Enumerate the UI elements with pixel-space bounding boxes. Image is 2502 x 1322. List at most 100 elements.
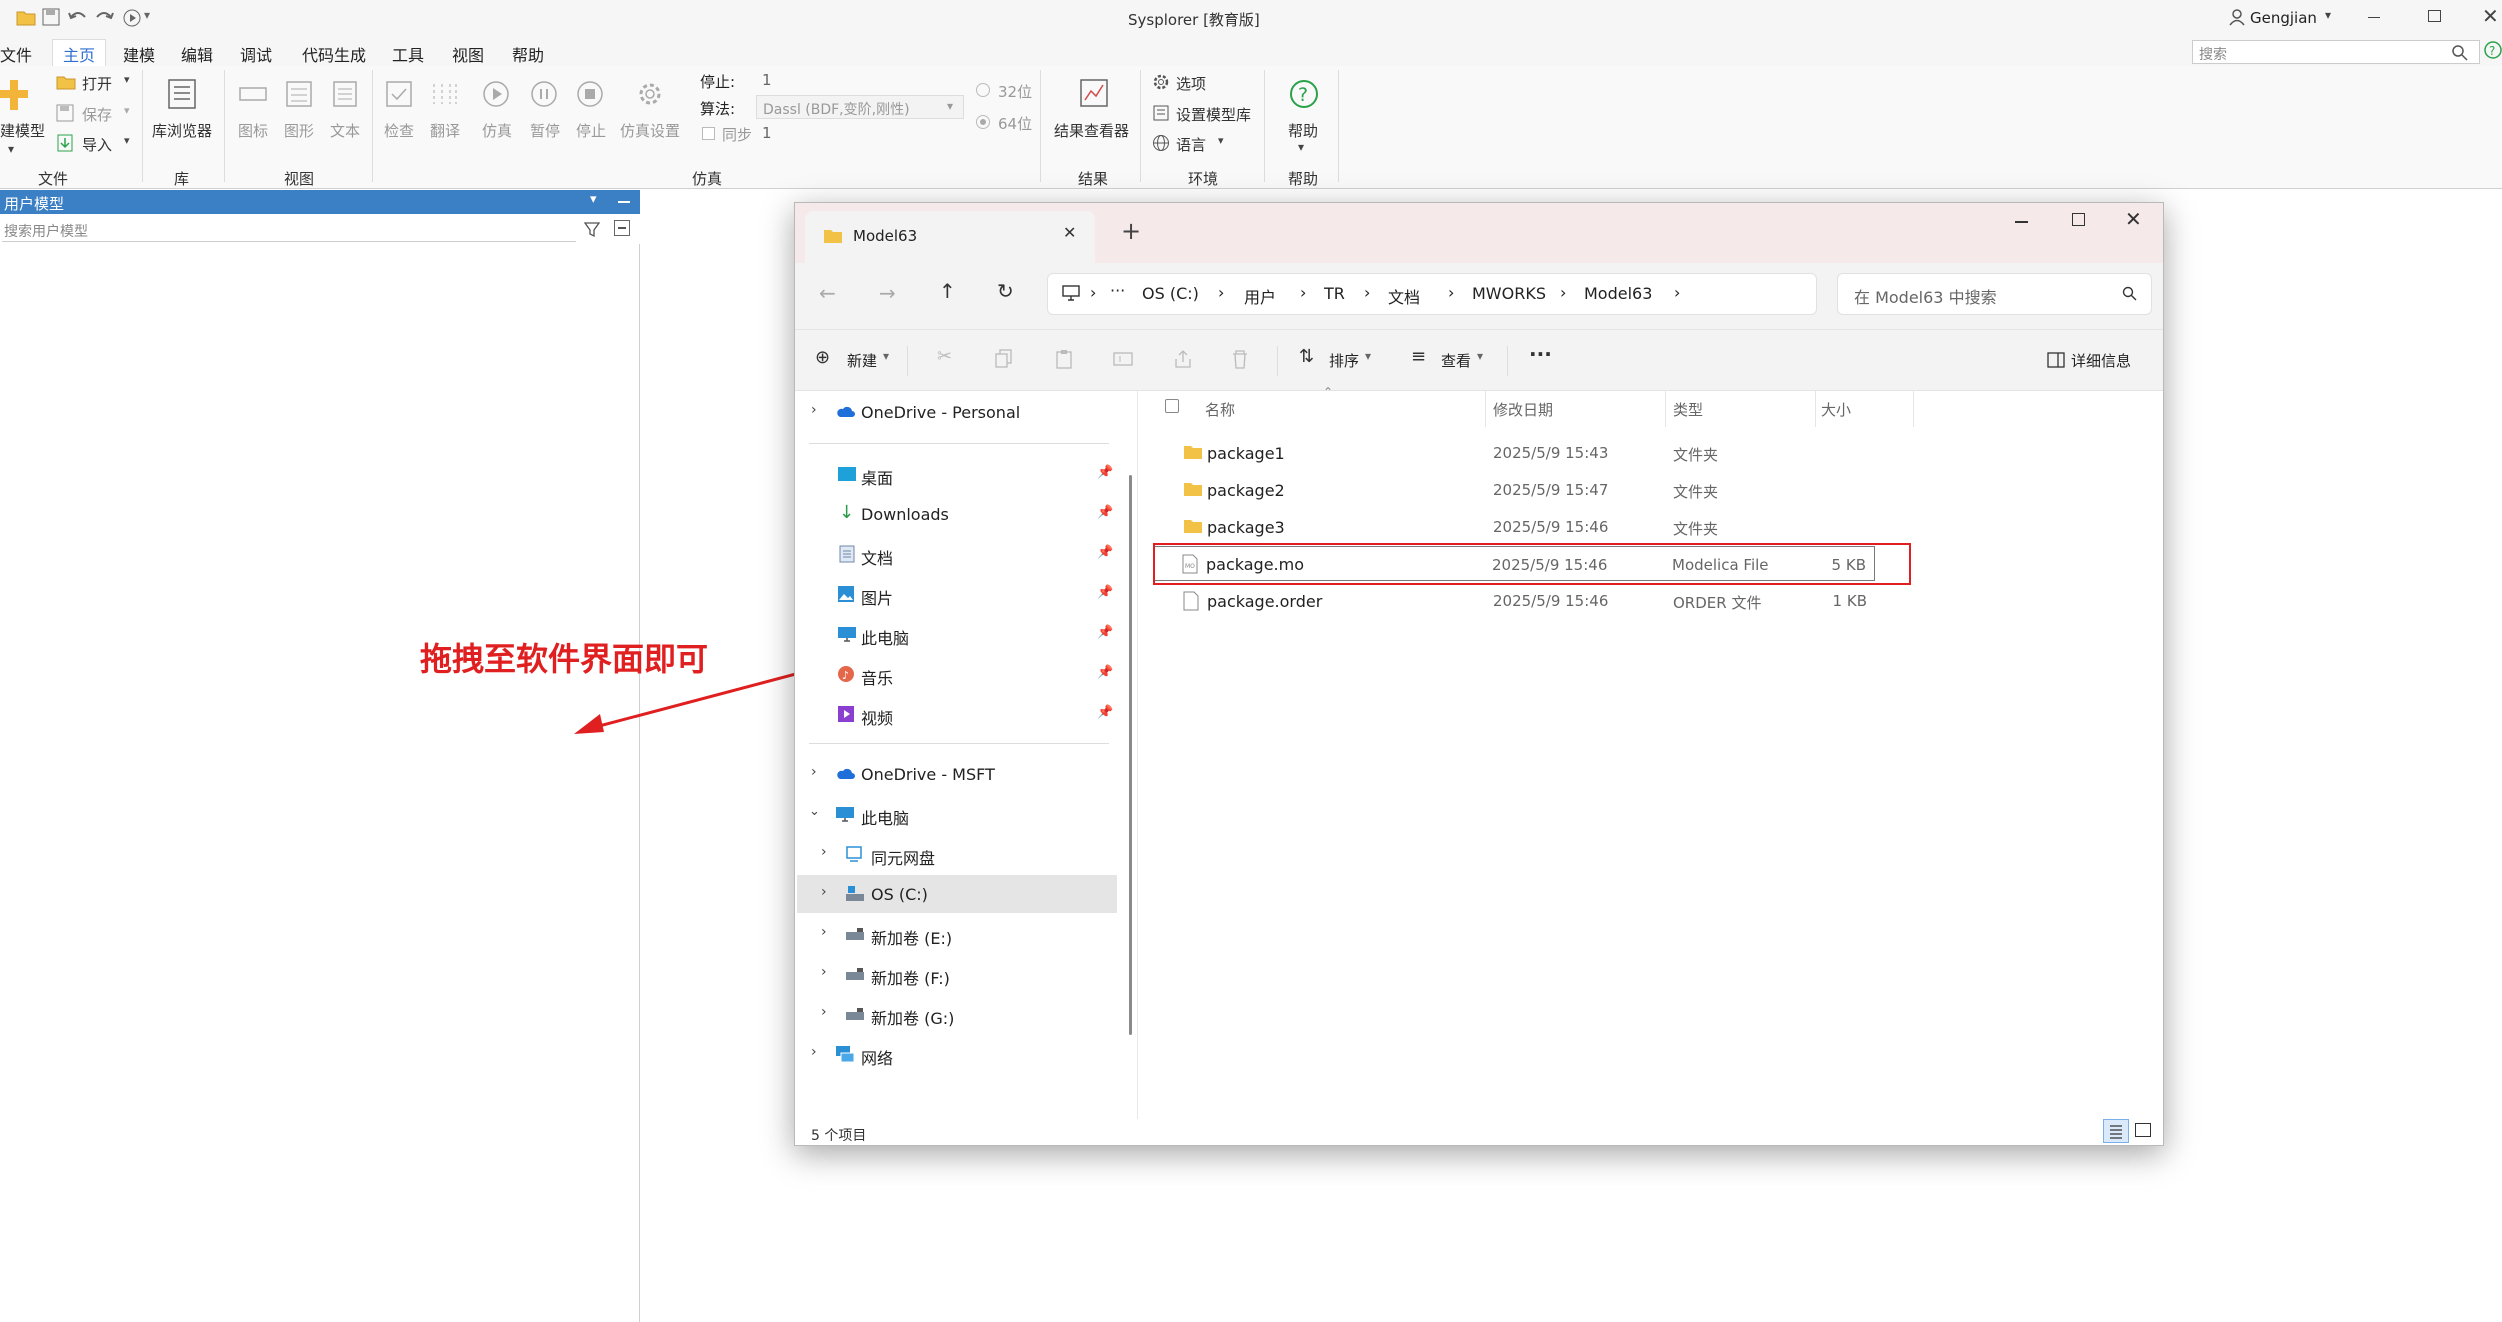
close-icon[interactable]: ✕ — [2482, 4, 2499, 28]
import-dropdown-icon[interactable]: ▾ — [124, 134, 130, 147]
details-pane-icon[interactable] — [2047, 352, 2065, 368]
collapse-all-icon[interactable] — [614, 220, 630, 236]
more-path-icon[interactable]: ··· — [1110, 281, 1125, 300]
menu-file[interactable]: 文件 — [0, 42, 32, 66]
radio-64bit[interactable] — [976, 115, 990, 129]
sim-settings-icon[interactable] — [636, 80, 664, 108]
quick-access-dropdown-icon[interactable]: ▾ — [144, 8, 150, 22]
user-name[interactable]: Gengjian — [2250, 9, 2317, 27]
stop-icon[interactable] — [576, 80, 604, 108]
menu-home[interactable]: 主页 — [52, 39, 107, 68]
file-row-package3[interactable]: package3 2025/5/9 15:46 文件夹 — [1145, 509, 1875, 545]
pin-icon[interactable]: 📌 — [1097, 705, 1113, 720]
redo-icon[interactable] — [94, 9, 114, 25]
menu-modeling[interactable]: 建模 — [123, 42, 155, 66]
model-library-icon[interactable] — [1152, 104, 1170, 122]
new-plus-icon[interactable]: ⊕ — [815, 347, 830, 368]
breadcrumb-documents[interactable]: 文档 — [1388, 284, 1420, 308]
file-row-package1[interactable]: package1 2025/5/9 15:43 文件夹 — [1145, 435, 1875, 471]
panel-menu-dropdown-icon[interactable]: ▾ — [590, 192, 597, 207]
menu-view[interactable]: 视图 — [452, 42, 484, 66]
column-date[interactable]: 修改日期 — [1493, 399, 1553, 420]
new-tab-icon[interactable]: + — [1121, 217, 1141, 245]
menu-help[interactable]: 帮助 — [512, 42, 544, 66]
pin-icon[interactable]: 📌 — [1097, 465, 1113, 480]
user-icon[interactable] — [2228, 8, 2246, 26]
column-divider[interactable] — [1913, 391, 1914, 427]
search-icon[interactable] — [2451, 44, 2469, 62]
user-dropdown-icon[interactable]: ▾ — [2325, 8, 2331, 22]
explorer-minimize-icon[interactable] — [2015, 221, 2028, 223]
sort-icon[interactable]: ⇅ — [1299, 346, 1314, 367]
simulate-button[interactable]: 仿真 — [482, 120, 512, 141]
text-view-icon[interactable] — [330, 80, 360, 108]
nav-item-this-pc-quick[interactable]: 此电脑 📌 — [795, 615, 1125, 653]
chevron-right-icon[interactable]: › — [811, 1044, 817, 1060]
language-button[interactable]: 语言 — [1176, 134, 1206, 155]
save-button[interactable]: 保存 — [82, 104, 112, 125]
more-options-icon[interactable]: ··· — [1529, 342, 1552, 366]
stop-time-input[interactable]: 1 — [756, 69, 964, 91]
help-circle-icon[interactable]: ? — [2484, 41, 2502, 59]
open-button[interactable]: 打开 — [82, 73, 112, 94]
nav-item-desktop[interactable]: 桌面 📌 — [795, 455, 1125, 493]
nav-item-onedrive-msft[interactable]: › OneDrive - MSFT — [795, 755, 1125, 793]
sim-settings-button[interactable]: 仿真设置 — [620, 120, 680, 141]
simulate-icon[interactable] — [482, 80, 510, 108]
nav-item-pictures[interactable]: 图片 📌 — [795, 575, 1125, 613]
column-divider[interactable] — [1485, 391, 1486, 427]
tab-close-icon[interactable]: ✕ — [1063, 223, 1076, 242]
sort-dropdown-icon[interactable]: ▾ — [1365, 349, 1371, 363]
new-dropdown-icon[interactable]: ▾ — [883, 349, 889, 363]
column-type[interactable]: 类型 — [1673, 399, 1703, 420]
menu-tools[interactable]: 工具 — [392, 42, 424, 66]
nav-scrollbar[interactable] — [1129, 475, 1132, 1035]
nav-item-this-pc[interactable]: ⌄ 此电脑 — [795, 795, 1125, 833]
column-size[interactable]: 大小 — [1821, 399, 1851, 420]
filter-icon[interactable] — [584, 221, 602, 239]
breadcrumb-users[interactable]: 用户 — [1244, 284, 1276, 308]
nav-item-onedrive-personal[interactable]: › OneDrive - Personal — [795, 393, 1125, 431]
undo-icon[interactable] — [68, 9, 88, 25]
nav-item-f-drive[interactable]: › 新加卷 (F:) — [795, 955, 1125, 993]
explorer-search-input[interactable]: 在 Model63 中搜索 — [1837, 273, 2152, 315]
new-model-button[interactable]: 建模型 — [0, 120, 45, 141]
pin-icon[interactable]: 📌 — [1097, 625, 1113, 640]
language-dropdown-icon[interactable]: ▾ — [1218, 134, 1224, 147]
view-button[interactable]: 查看 — [1441, 350, 1471, 371]
explorer-close-icon[interactable]: ✕ — [2125, 207, 2142, 231]
pin-icon[interactable]: 📌 — [1097, 585, 1113, 600]
help-icon[interactable]: ? — [1288, 78, 1320, 110]
select-all-checkbox[interactable] — [1165, 399, 1179, 413]
chevron-right-icon[interactable]: › — [821, 924, 827, 940]
nav-item-downloads[interactable]: ↓ Downloads 📌 — [795, 495, 1125, 533]
help-button[interactable]: 帮助 — [1288, 120, 1318, 141]
paste-icon[interactable] — [1055, 349, 1073, 369]
pin-icon[interactable]: 📌 — [1097, 665, 1113, 680]
details-button[interactable]: 详细信息 — [2071, 350, 2131, 371]
breadcrumb-model63[interactable]: Model63 — [1584, 284, 1652, 303]
check-button[interactable]: 检查 — [384, 120, 414, 141]
chevron-right-icon[interactable]: › — [821, 844, 827, 860]
breadcrumb-tr[interactable]: TR — [1324, 284, 1345, 303]
delete-icon[interactable] — [1231, 349, 1249, 369]
nav-item-network[interactable]: › 网络 — [795, 1035, 1125, 1073]
chevron-right-icon[interactable]: › — [811, 764, 817, 780]
sort-button[interactable]: 排序 — [1329, 350, 1359, 371]
view-list-icon[interactable]: ≡ — [1411, 346, 1426, 367]
nav-item-e-drive[interactable]: › 新加卷 (E:) — [795, 915, 1125, 953]
file-row-package2[interactable]: package2 2025/5/9 15:47 文件夹 — [1145, 472, 1875, 508]
globe-icon[interactable] — [1152, 134, 1170, 152]
user-model-search-input[interactable]: 搜索用户模型 — [2, 218, 576, 242]
nav-item-documents[interactable]: 文档 📌 — [795, 535, 1125, 573]
help-dropdown-icon[interactable]: ▾ — [1298, 140, 1304, 154]
back-arrow-icon[interactable]: ← — [819, 281, 836, 305]
panel-minimize-icon[interactable] — [618, 201, 630, 203]
import-icon[interactable] — [56, 134, 74, 152]
nav-item-music[interactable]: ♪ 音乐 📌 — [795, 655, 1125, 693]
sync-checkbox[interactable] — [702, 127, 715, 140]
result-viewer-icon[interactable] — [1078, 78, 1110, 110]
menu-edit[interactable]: 编辑 — [181, 42, 213, 66]
result-viewer-button[interactable]: 结果查看器 — [1054, 120, 1129, 141]
rename-icon[interactable] — [1113, 349, 1133, 369]
